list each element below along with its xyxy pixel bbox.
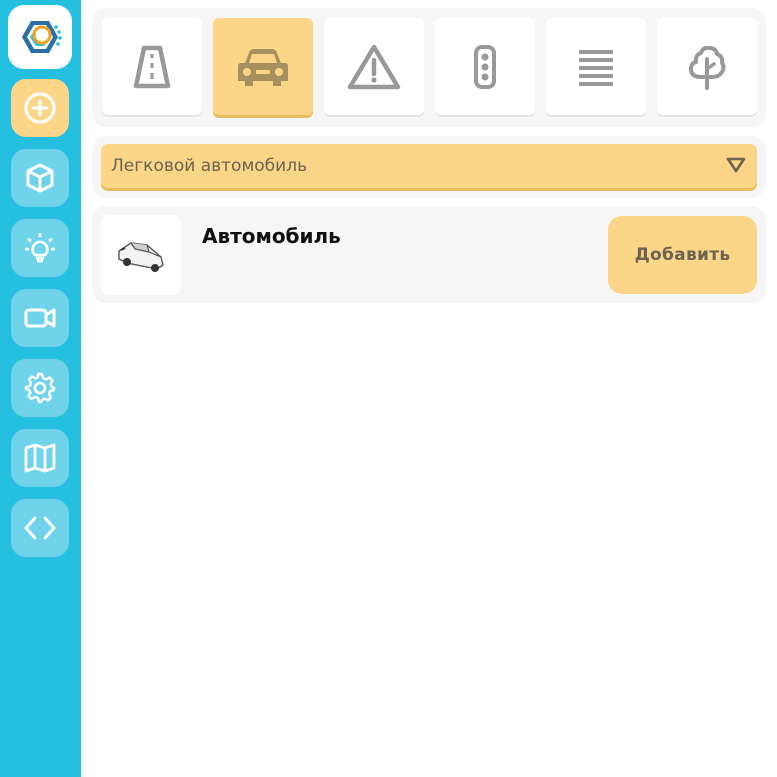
chevron-down-icon bbox=[726, 157, 746, 173]
plus-circle-icon bbox=[24, 92, 56, 124]
category-bar bbox=[92, 8, 766, 127]
category-vegetation[interactable] bbox=[657, 18, 757, 115]
category-vehicles[interactable] bbox=[213, 18, 313, 115]
category-traffic-lights[interactable] bbox=[435, 18, 535, 115]
code-icon bbox=[24, 516, 56, 540]
type-select-container: Легковой автомобиль bbox=[92, 136, 766, 198]
code-button[interactable] bbox=[11, 499, 69, 557]
app-logo[interactable] bbox=[8, 5, 72, 69]
warning-sign-icon bbox=[347, 44, 401, 89]
sidebar bbox=[0, 0, 81, 777]
category-road[interactable] bbox=[102, 18, 202, 115]
car-thumbnail-icon bbox=[118, 242, 164, 272]
settings-button[interactable] bbox=[11, 359, 69, 417]
car-icon bbox=[238, 48, 288, 86]
main-panel: Легковой автомобиль Автомобиль Добавить bbox=[92, 0, 777, 777]
traffic-light-icon bbox=[474, 44, 496, 89]
item-thumbnail bbox=[101, 215, 181, 295]
road-icon bbox=[133, 45, 171, 88]
camera-button[interactable] bbox=[11, 289, 69, 347]
objects-button[interactable] bbox=[11, 149, 69, 207]
lightbulb-icon bbox=[25, 233, 55, 263]
category-signs[interactable] bbox=[324, 18, 424, 115]
video-camera-icon bbox=[24, 308, 56, 328]
item-title: Автомобиль bbox=[202, 224, 341, 248]
add-button[interactable]: Добавить bbox=[608, 216, 757, 294]
add-object-button[interactable] bbox=[11, 79, 69, 137]
category-markings[interactable] bbox=[546, 18, 646, 115]
vehicle-type-select-value: Легковой автомобиль bbox=[111, 156, 308, 176]
lighting-button[interactable] bbox=[11, 219, 69, 277]
map-button[interactable] bbox=[11, 429, 69, 487]
logo-icon bbox=[22, 21, 62, 53]
map-icon bbox=[24, 443, 56, 473]
list-item: Автомобиль Добавить bbox=[92, 206, 766, 303]
vehicle-type-select[interactable]: Легковой автомобиль bbox=[101, 144, 757, 188]
cube-icon bbox=[26, 163, 54, 193]
tree-icon bbox=[689, 45, 726, 90]
crosswalk-icon bbox=[579, 49, 613, 86]
gear-icon bbox=[24, 372, 56, 404]
